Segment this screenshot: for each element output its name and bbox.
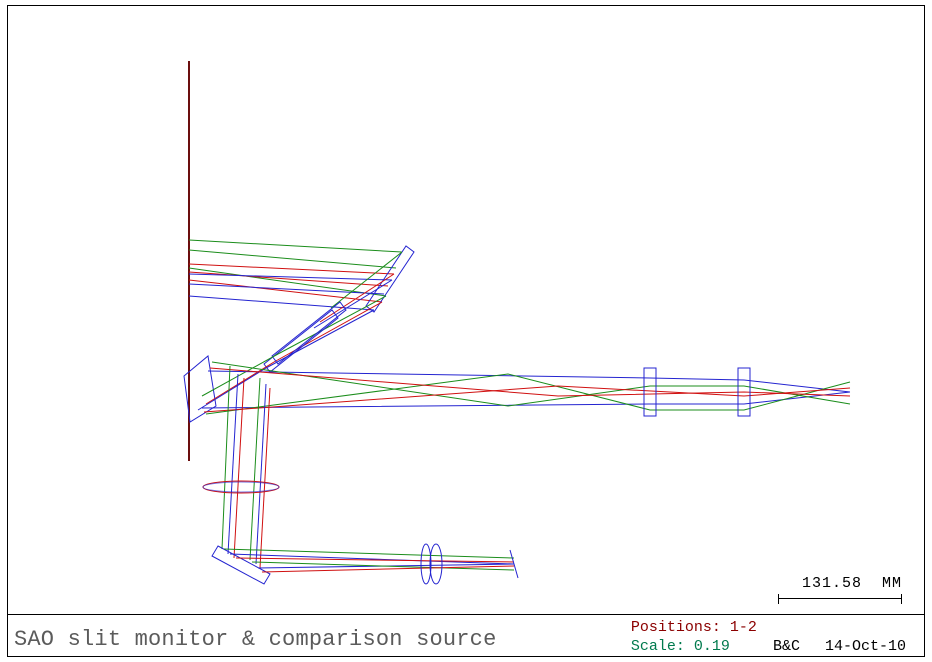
- ray: [224, 549, 514, 558]
- ray: [256, 384, 266, 564]
- ray: [228, 374, 238, 554]
- ray: [189, 240, 402, 252]
- ray: [208, 371, 850, 392]
- fold-lens-1: [272, 302, 346, 364]
- ray: [236, 558, 514, 562]
- positions-label: Positions: 1-2: [631, 619, 757, 636]
- ray: [202, 354, 278, 396]
- ray: [202, 392, 850, 408]
- ray-trace-diagram: [8, 6, 924, 615]
- ray-svg: [8, 6, 926, 615]
- ray: [212, 362, 850, 406]
- field-lens: [203, 481, 279, 493]
- ray: [198, 368, 266, 410]
- scale-bar: 131.58 MM: [778, 575, 902, 604]
- scale-bar-value: 131.58: [802, 575, 862, 592]
- drawing-date: 14-Oct-10: [825, 637, 906, 656]
- ray: [250, 378, 260, 560]
- ray: [260, 388, 270, 568]
- title-bar: SAO slit monitor & comparison source Pos…: [8, 614, 924, 656]
- ray: [234, 378, 244, 558]
- drawing-title: SAO slit monitor & comparison source: [14, 627, 496, 652]
- scale-bar-unit: MM: [882, 575, 902, 592]
- scale-label: Scale: 0.19: [631, 638, 730, 655]
- focus-lens: [430, 544, 442, 584]
- ray: [278, 296, 386, 354]
- drawing-frame: 131.58 MM SAO slit monitor & comparison …: [7, 5, 925, 657]
- scale-bar-label: 131.58 MM: [778, 575, 902, 592]
- meta-block: Positions: 1-2 Scale: 0.19 B&C 14-Oct-10: [631, 618, 906, 656]
- field-lens-blue: [203, 482, 279, 492]
- author-initials: B&C: [773, 637, 800, 656]
- ray: [266, 310, 374, 368]
- scale-bar-line: [778, 594, 902, 604]
